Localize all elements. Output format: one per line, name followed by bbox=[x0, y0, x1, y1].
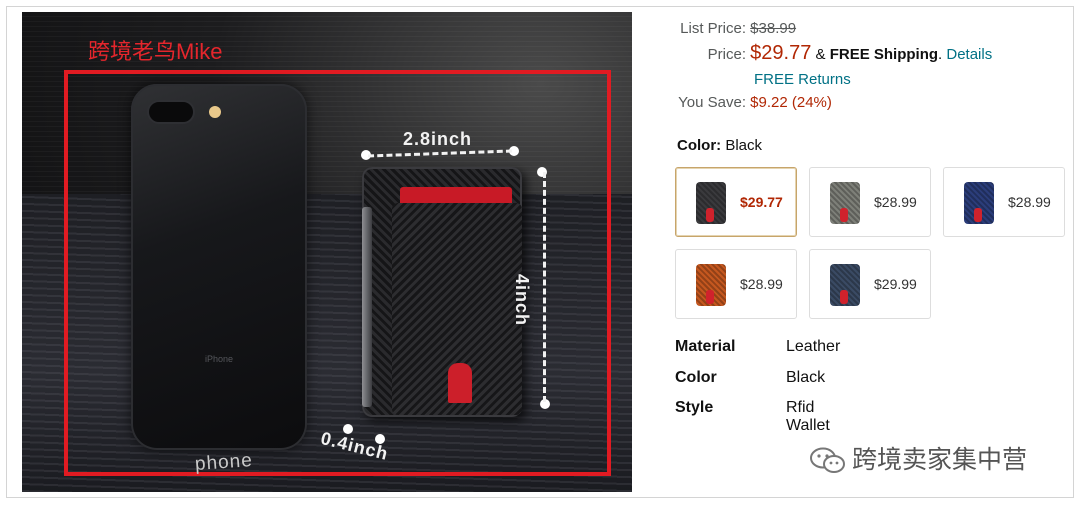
spec-value: Leather bbox=[786, 338, 841, 355]
color-label: Color: bbox=[677, 137, 722, 154]
spec-key: Style bbox=[675, 399, 714, 416]
spec-key: Material bbox=[675, 338, 736, 355]
shipping-period: . bbox=[938, 46, 943, 63]
camera-icon bbox=[147, 100, 195, 124]
width-label: 2.8inch bbox=[403, 129, 473, 149]
spec-key: Color bbox=[675, 369, 717, 386]
pull-tab bbox=[448, 363, 472, 403]
color-option-black[interactable]: $29.77 bbox=[675, 167, 797, 237]
list-price-label: List Price: bbox=[680, 20, 746, 37]
option-price: $28.99 bbox=[740, 276, 783, 292]
color-selected: Black bbox=[725, 137, 763, 154]
wallet-thumb bbox=[964, 182, 994, 224]
option-price: $28.99 bbox=[1008, 194, 1051, 210]
color-option-blue[interactable]: $28.99 bbox=[943, 167, 1065, 237]
image-watermark: 跨境老鸟Mike bbox=[88, 39, 223, 64]
height-label: 4inch bbox=[512, 274, 532, 327]
wallet-thumb bbox=[696, 182, 726, 224]
price-label: Price: bbox=[707, 46, 746, 63]
color-option-orange[interactable]: $28.99 bbox=[675, 249, 797, 319]
wallet-thumb bbox=[830, 264, 860, 306]
spec-value: Rfid Wallet bbox=[786, 399, 830, 434]
price-value: $29.77 bbox=[750, 42, 812, 64]
money-clip bbox=[362, 207, 372, 407]
spec-value: Black bbox=[786, 369, 826, 386]
phone-brand: iPhone bbox=[204, 354, 234, 364]
phone-illustration: iPhone bbox=[131, 84, 307, 450]
phone-label: phone bbox=[194, 450, 254, 475]
flash-icon bbox=[209, 106, 221, 118]
free-shipping: FREE Shipping bbox=[829, 46, 939, 63]
shipping-amp: & bbox=[815, 46, 826, 63]
you-save-label: You Save: bbox=[678, 94, 746, 111]
details-link[interactable]: Details bbox=[946, 46, 992, 63]
wallet-thumb bbox=[696, 264, 726, 306]
free-returns-link[interactable]: FREE Returns bbox=[754, 71, 851, 88]
height-line bbox=[543, 172, 546, 402]
list-price-value: $38.99 bbox=[750, 20, 797, 37]
option-price: $29.77 bbox=[740, 194, 783, 210]
option-price: $28.99 bbox=[874, 194, 917, 210]
color-option-grey[interactable]: $28.99 bbox=[809, 167, 931, 237]
wechat-account-name: 跨境卖家集中营 bbox=[852, 446, 1028, 474]
wechat-watermark: 跨境卖家集中营 bbox=[810, 440, 1027, 476]
you-save-value: $9.22 (24%) bbox=[750, 94, 832, 111]
option-price: $29.99 bbox=[874, 276, 917, 292]
color-option-navy[interactable]: $29.99 bbox=[809, 249, 931, 319]
buy-box: List Price: $38.99 Price: $29.77 & FREE … bbox=[640, 0, 1070, 500]
product-image[interactable]: 跨境老鸟Mike iPhone phone 2.8inch 4inch 0.4i… bbox=[22, 12, 632, 492]
wechat-icon bbox=[810, 447, 845, 474]
wallet-thumb bbox=[830, 182, 860, 224]
wallet-illustration bbox=[362, 167, 522, 417]
